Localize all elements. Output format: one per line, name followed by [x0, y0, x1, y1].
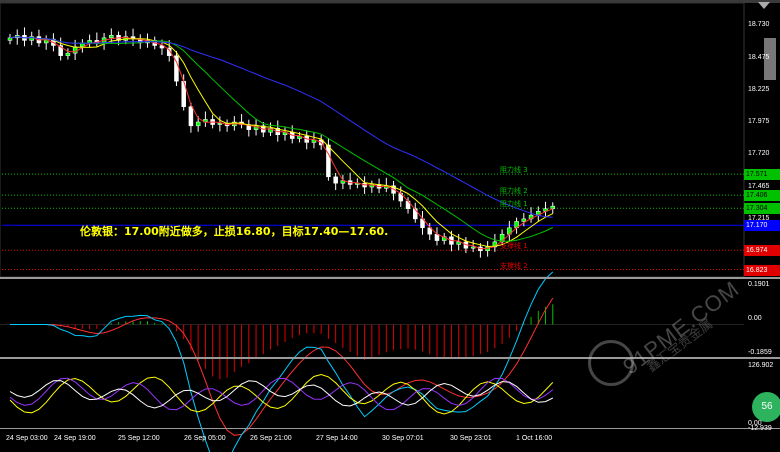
price-tick-label: 18.225 — [748, 85, 770, 93]
price-box-label: 16.823 — [744, 264, 780, 276]
macd-line — [10, 271, 554, 452]
level-label: 支撑线 1 — [500, 242, 528, 251]
candle-body — [195, 121, 201, 127]
price-tick-label: 17.720 — [748, 150, 770, 158]
indicator-tick-label: 126.902 — [748, 362, 774, 369]
float-badge-button[interactable]: 56 — [752, 392, 780, 422]
price-box-label: 17.170 — [744, 220, 780, 232]
indicator-tick-label: -0.1859 — [748, 349, 772, 356]
moving-average-line-2 — [9, 36, 554, 248]
time-tick-label: 30 Sep 23:01 — [450, 435, 492, 442]
time-tick-label: 1 Oct 16:00 — [516, 435, 553, 442]
level-label: 支撑线 2 — [500, 261, 528, 270]
time-tick-label: 26 Sep 21:00 — [250, 435, 292, 442]
indicator-tick-label: 0.1901 — [748, 281, 770, 288]
price-tick-label: 17.465 — [748, 182, 770, 190]
candle-body — [521, 218, 527, 222]
trade-note: 伦敦银：17.00附近做多，止损16.80，目标17.40—17.60. — [80, 225, 389, 238]
price-tick-label: 18.475 — [748, 53, 770, 61]
price-box-label: 16.974 — [744, 245, 780, 257]
candle-body — [326, 144, 331, 178]
time-tick-label: 24 Sep 03:00 — [6, 435, 48, 442]
candle-body — [470, 246, 476, 249]
candle-body — [109, 35, 114, 39]
chart-stage: 18.730 18.475 18.225 17.975 17.720 17.465 17.2… — [0, 0, 780, 452]
indicator-tick-label: -12.939 — [748, 425, 772, 432]
panel-separator-1[interactable] — [0, 277, 780, 279]
moving-average-line-3 — [9, 36, 554, 242]
time-tick-label: 24 Sep 19:00 — [54, 435, 96, 442]
level-label: 阻力线 1 — [500, 200, 528, 209]
price-tick-label: 18.730 — [748, 21, 770, 29]
moving-average-line-1 — [9, 36, 553, 250]
candle-body — [333, 176, 338, 184]
candle-body — [87, 40, 92, 44]
candle-body — [7, 37, 13, 41]
oscillator-line-2 — [9, 377, 554, 411]
price-box-label: 17.406 — [744, 190, 780, 202]
price-box-label: 17.571 — [744, 169, 780, 181]
candle-body — [188, 106, 194, 127]
macd-signal-line — [10, 297, 554, 436]
level-label: 阻力线 2 — [500, 187, 528, 196]
candle-body — [217, 123, 223, 125]
time-tick-label: 27 Sep 14:00 — [316, 435, 358, 442]
indicator-tick-label: 0.00 — [748, 315, 762, 322]
price-box-label: 17.304 — [744, 203, 780, 215]
candle-body — [65, 52, 71, 56]
time-tick-label: 26 Sep 05:00 — [184, 435, 226, 442]
price-tick-label: 17.975 — [748, 117, 770, 125]
time-tick-label: 25 Sep 12:00 — [118, 435, 160, 442]
time-tick-label: 30 Sep 07:01 — [382, 435, 424, 442]
level-label: 阻力线 3 — [500, 166, 528, 175]
panel-separator-3 — [0, 428, 780, 429]
candle-body — [550, 205, 556, 209]
